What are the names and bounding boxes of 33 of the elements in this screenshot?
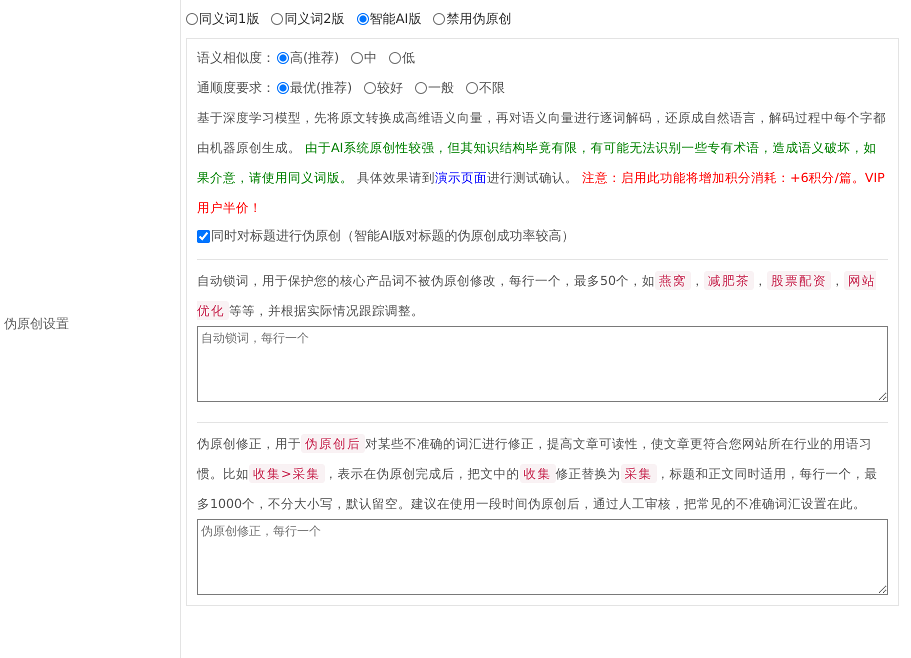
radio-option[interactable]: 智能AI版 [356,10,422,28]
section-label: 伪原创设置 [4,316,69,333]
radio-button[interactable] [415,82,428,94]
radio-option[interactable]: 低 [389,49,416,67]
radio-button[interactable] [271,13,284,25]
radio-option[interactable]: 高(推荐) [277,49,340,67]
radio-option[interactable]: 不限 [466,79,506,97]
radio-button[interactable] [351,52,364,64]
setting-label: 语义相似度： [197,50,275,67]
correction-description: 伪原创修正，用于 伪原创后 对某些不准确的词汇进行修正，提高文章可读性，使文章更符合您网站所在行业的用语习惯。比如 收集>采集 ，表示在伪原创完成后，把文中的 收集 修正替换为 采集 ，标题和正文同时适用，每行一个，最多1000个，不分大小写，默认留空。建议在使用一段时间伪原创后，通过人工审核，把常见的不准确词汇设置在此。 [197,433,879,513]
radio-button[interactable] [466,82,478,94]
radio-option[interactable]: 禁用伪原创 [433,10,512,28]
title-checkbox-option[interactable]: 同时对标题进行伪原创（智能AI版对标题的伪原创成功率较高） [197,223,888,249]
radio-option[interactable]: 同义词1版 [186,10,260,28]
radio-button[interactable] [186,13,198,25]
lock-words-description: 自动锁词，用于保护您的核心产品词不被伪原创修改，每行一个，最多50个，如 燕窝 ， 减肥茶 ， 股票配资 ， 网站优化 等等，并根据实际情况跟踪调整。 [197,270,878,322]
radio-option[interactable]: 中 [351,49,378,67]
radio-button[interactable] [433,13,446,25]
checkbox[interactable] [197,230,210,242]
setting-label: 通顺度要求： [197,80,275,97]
radio-option[interactable]: 最优(推荐) [277,79,352,97]
ai-description: 基于深度学习模型，先将原文转换成高维语义向量，再对语义向量进行逐词解码，还原成自然语言，解码过程中每个字都由机器原创生成。 由于AI系统原创性较强，但其知识结构毕竟有限，有可能无法识别一些专有术语，造成语义破坏，如果介意，请使用同义词版。 具体效果请到演示页面进行测试确认。 注意：启用此功能将增加积分消耗：+6积分/篇。VIP用户半价！ [197,109,887,217]
radio-option[interactable]: 同义词2版 [271,10,345,28]
lock-words-field[interactable]: 自动锁词，每行一个 [197,326,888,402]
radio-option[interactable]: 一般 [415,79,454,97]
demo-page-link[interactable]: 演示页面 [435,170,488,185]
radio-button[interactable] [389,52,402,64]
radio-button[interactable] [277,52,289,64]
radio-option[interactable]: 较好 [364,79,404,97]
correction-field[interactable]: 伪原创修正，每行一个 [197,519,888,595]
radio-button[interactable] [356,13,369,25]
radio-button[interactable] [277,82,289,94]
radio-button[interactable] [364,82,376,94]
